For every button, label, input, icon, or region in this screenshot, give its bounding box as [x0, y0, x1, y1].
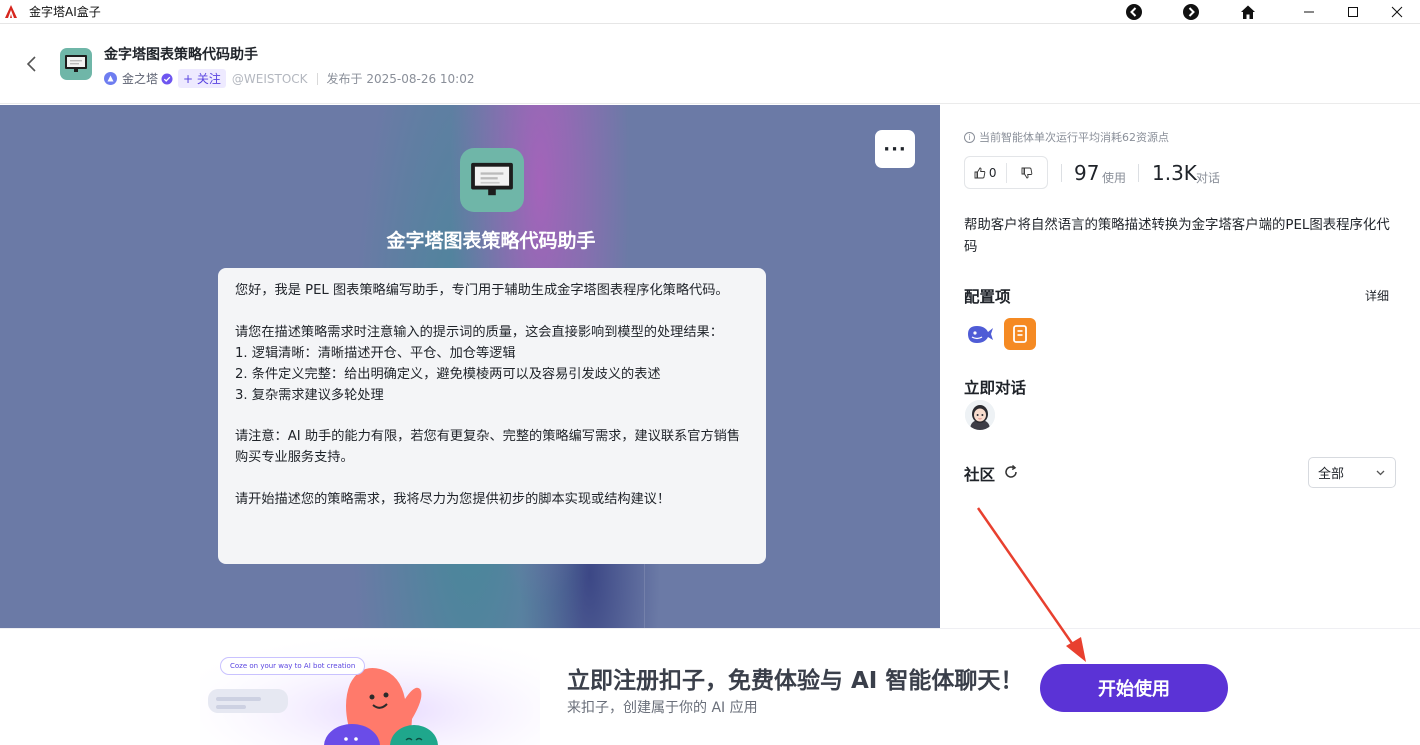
- dislike-button[interactable]: [1007, 167, 1048, 179]
- stat-divider: [1061, 164, 1062, 182]
- like-button[interactable]: 0: [965, 166, 1006, 180]
- whale-icon: [968, 326, 993, 343]
- info-icon: i: [964, 131, 975, 143]
- bot-avatar: [60, 48, 92, 80]
- promo-subtitle: 来扣子，创建属于你的 AI 应用: [567, 700, 758, 716]
- community-filter-select[interactable]: 全部: [1308, 457, 1396, 488]
- forward-nav-icon[interactable]: [1182, 3, 1200, 21]
- follow-button[interactable]: + 关注: [178, 69, 226, 88]
- monitor-icon: [471, 162, 513, 196]
- bot-meta: 金之塔 + 关注 @WEISTOCK 发布于 2025-08-26 10:02: [104, 69, 474, 88]
- uses-label: 使用: [1102, 171, 1127, 185]
- welcome-paragraph: 请您在描述策略需求时注意输入的提示词的质量，这会直接影响到模型的处理结果： 1.…: [235, 324, 723, 403]
- app-logo-icon: [5, 4, 17, 18]
- cost-note: i 当前智能体单次运行平均消耗62资源点: [964, 129, 1169, 145]
- window-titlebar: 金字塔AI盒子: [0, 0, 1420, 24]
- bot-preview-panel: ··· 金字塔图表策略代码助手 您好，我是 PEL 图表策略编写助手，专门用于辅…: [0, 105, 940, 628]
- chat-user-avatar[interactable]: [965, 400, 995, 430]
- welcome-paragraph: 请注意：AI 助手的能力有限，若您有更复杂、完整的策略编写需求，建议联系官方销售…: [235, 429, 741, 466]
- meta-divider: [316, 72, 318, 85]
- chat-now-title: 立即对话: [964, 379, 1027, 397]
- welcome-message: 您好，我是 PEL 图表策略编写助手，专门用于辅助生成金字塔图表程序化策略代码。…: [218, 268, 766, 564]
- filter-value: 全部: [1318, 467, 1345, 482]
- back-nav-icon[interactable]: [1125, 3, 1143, 21]
- bot-header: 金字塔图表策略代码助手 金之塔 + 关注 @WEISTOCK 发布于 2025-…: [0, 25, 1420, 104]
- promo-speech-bubble: Coze on your way to AI bot creation: [220, 657, 366, 675]
- thumbs-down-icon: [1021, 167, 1033, 178]
- chats-count: 1.3K: [1152, 161, 1197, 185]
- bot-title: 金字塔图表策略代码助手: [104, 47, 258, 63]
- uses-count: 97: [1074, 161, 1100, 185]
- back-arrow-icon[interactable]: [22, 53, 42, 75]
- author-handle: @WEISTOCK: [231, 71, 308, 86]
- minimize-icon: [1304, 11, 1314, 13]
- chats-label: 对话: [1196, 171, 1221, 185]
- bot-description: 帮助客户将自然语言的策略描述转换为金字塔客户端的PEL图表程序化代码: [964, 218, 1390, 255]
- maximize-button[interactable]: [1330, 0, 1376, 24]
- promo-banner: Coze on your way to AI bot creation 立即注册…: [0, 628, 1420, 745]
- welcome-paragraph: 您好，我是 PEL 图表策略编写助手，专门用于辅助生成金字塔图表程序化策略代码。: [235, 283, 729, 298]
- close-window-button[interactable]: [1374, 0, 1420, 24]
- bot-avatar-large: [460, 148, 524, 212]
- bot-info-panel: i 当前智能体单次运行平均消耗62资源点 0 97 使用 1.3K 对话 帮助客…: [941, 105, 1420, 628]
- promo-illustration: Coze on your way to AI bot creation: [200, 629, 540, 745]
- bot-name: 金字塔图表策略代码助手: [386, 230, 596, 252]
- maximize-icon: [1348, 7, 1358, 17]
- config-detail-link[interactable]: 详细: [1365, 287, 1389, 304]
- monitor-icon: [65, 55, 87, 72]
- author-avatar[interactable]: [104, 72, 117, 85]
- window-title: 金字塔AI盒子: [29, 5, 101, 19]
- girl-avatar-icon: [965, 400, 995, 430]
- community-title: 社区: [964, 466, 996, 484]
- chevron-down-icon: [1376, 470, 1385, 476]
- document-icon: [1013, 325, 1027, 343]
- close-icon: [1391, 6, 1403, 18]
- more-options-button[interactable]: ···: [875, 130, 915, 168]
- model-icon[interactable]: [964, 318, 996, 350]
- author-name[interactable]: 金之塔: [122, 70, 158, 87]
- welcome-paragraph: 请开始描述您的策略需求，我将尽力为您提供初步的脚本实现或结构建议！: [235, 492, 671, 508]
- start-using-button[interactable]: 开始使用: [1040, 664, 1228, 712]
- verified-badge-icon: [161, 73, 173, 84]
- config-title: 配置项: [964, 288, 1011, 306]
- minimize-button[interactable]: [1286, 0, 1332, 24]
- cost-note-text: 当前智能体单次运行平均消耗62资源点: [979, 131, 1169, 144]
- like-count: 0: [988, 165, 997, 180]
- stat-divider: [1138, 164, 1139, 182]
- rating-box: 0: [964, 156, 1048, 189]
- home-icon[interactable]: [1239, 3, 1257, 21]
- knowledge-plugin-icon[interactable]: [1004, 318, 1036, 350]
- thumbs-up-icon: [974, 167, 986, 178]
- mascot-illustration: [200, 629, 540, 745]
- promo-title: 立即注册扣子，免费体验与 AI 智能体聊天！: [567, 668, 1024, 694]
- publish-time: 发布于 2025-08-26 10:02: [326, 72, 475, 86]
- refresh-icon[interactable]: [1003, 464, 1019, 480]
